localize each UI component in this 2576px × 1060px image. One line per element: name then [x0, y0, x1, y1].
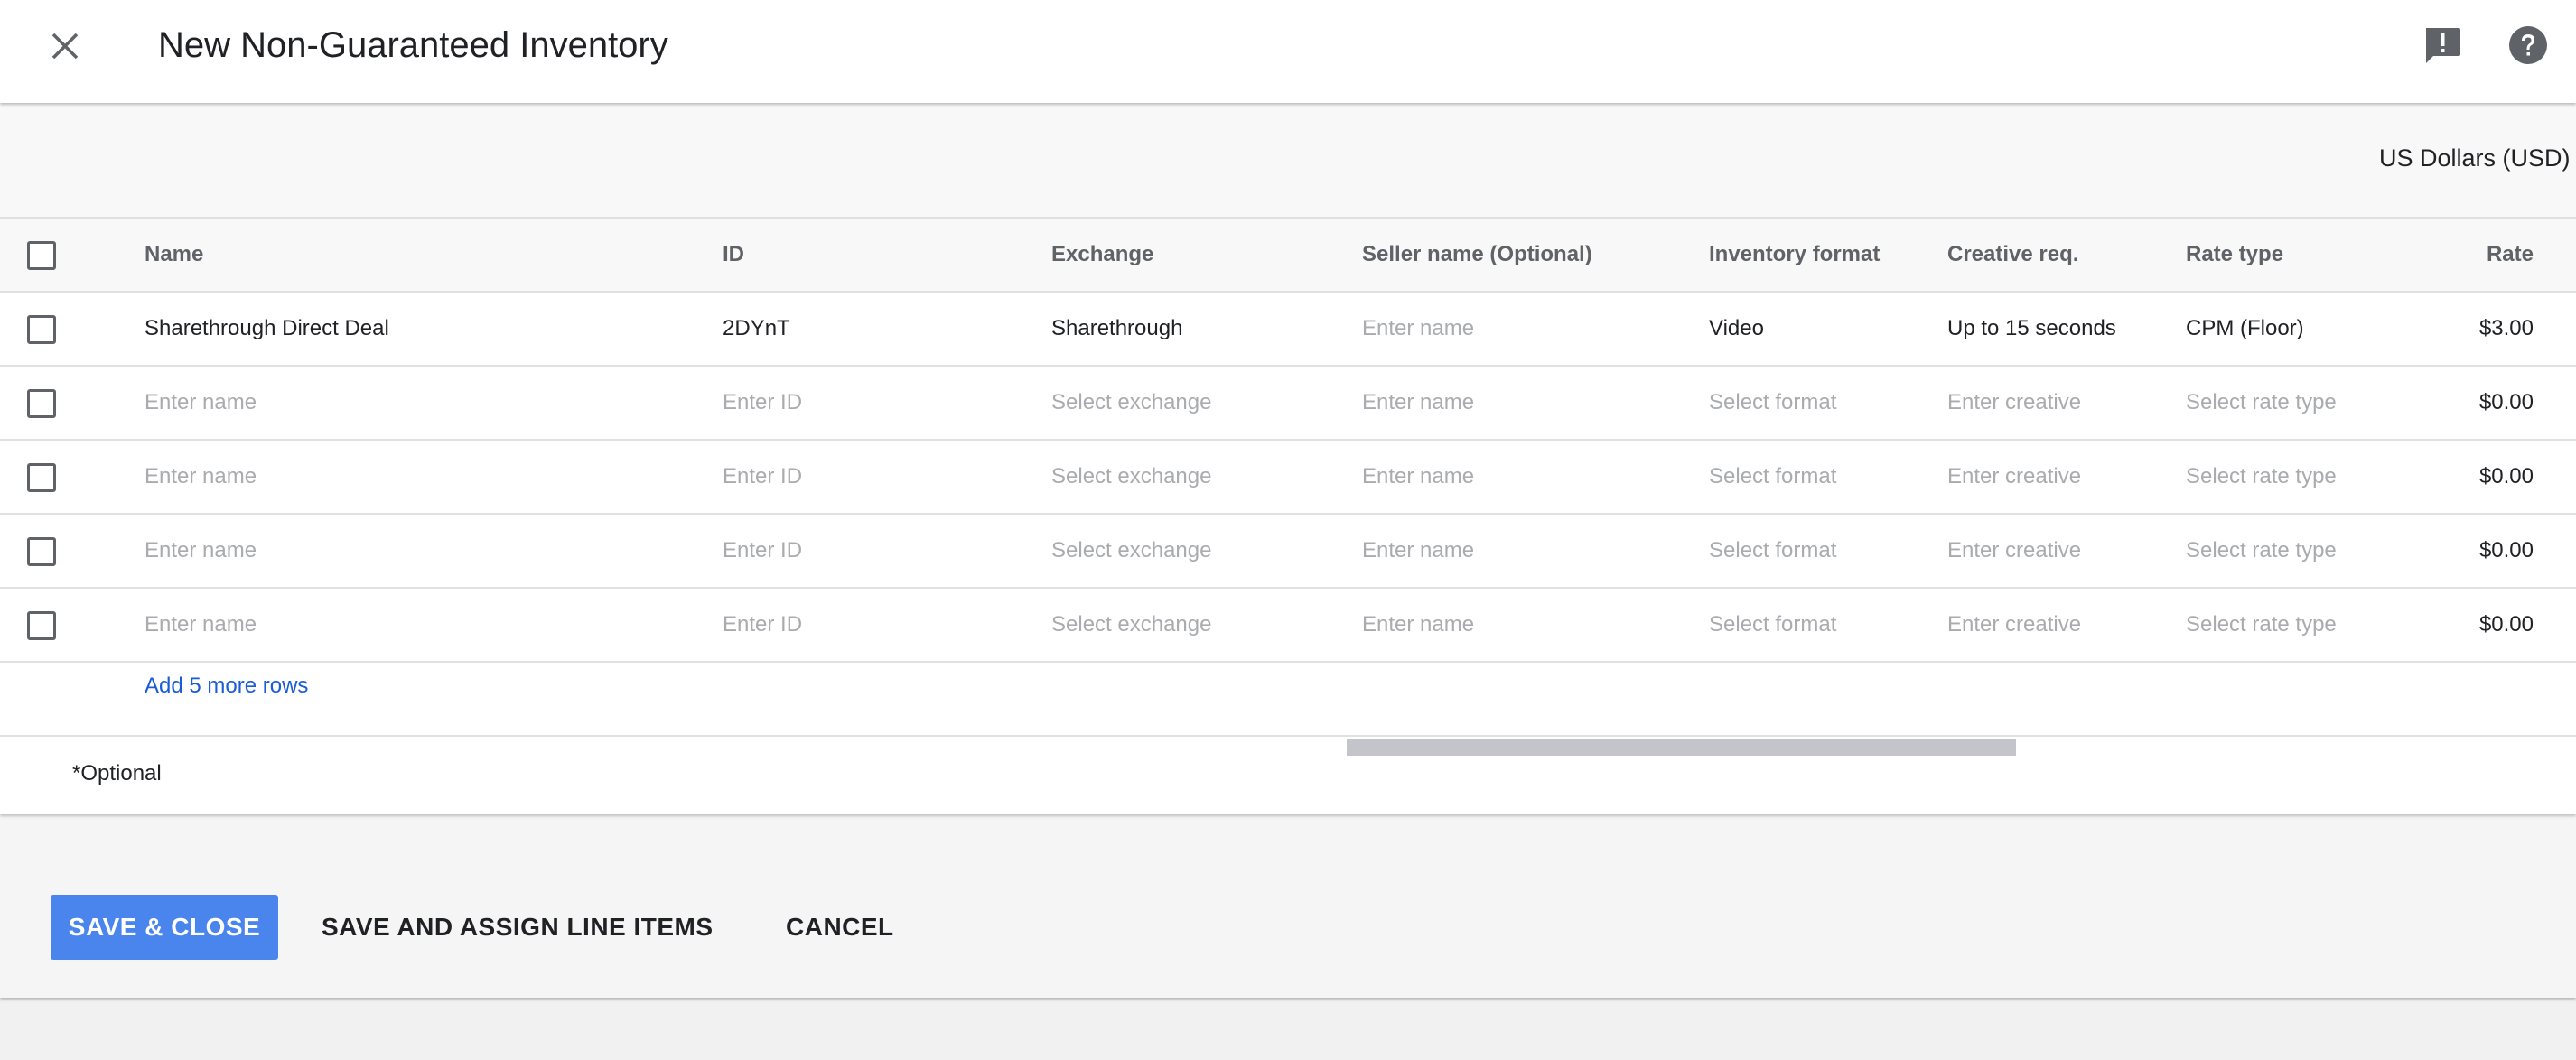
seller-name-cell[interactable]: Enter name	[1362, 367, 1474, 439]
seller-name-cell[interactable]: Enter name	[1362, 589, 1474, 661]
currency-label: US Dollars (USD)	[2379, 144, 2571, 172]
name-cell[interactable]: Enter name	[145, 367, 257, 439]
column-header-seller-name[interactable]: Seller name (Optional)	[1362, 219, 1592, 291]
creative-req-cell[interactable]: Up to 15 seconds	[1947, 293, 2116, 365]
column-header-creative-req[interactable]: Creative req.	[1947, 219, 2078, 291]
rate-type-cell[interactable]: CPM (Floor)	[2186, 293, 2304, 365]
id-cell[interactable]: Enter ID	[723, 367, 802, 439]
seller-name-cell[interactable]: Enter name	[1362, 515, 1474, 587]
id-cell[interactable]: 2DYnT	[723, 293, 790, 365]
table-row: Sharethrough Direct Deal 2DYnT Sharethro…	[0, 293, 2576, 367]
table-row: Enter name Enter ID Select exchange Ente…	[0, 515, 2576, 589]
inventory-card: US Dollars (USD) Name ID Exchange Seller…	[0, 103, 2576, 814]
rate-cell[interactable]: $0.00	[2407, 589, 2534, 661]
column-header-id[interactable]: ID	[723, 219, 744, 291]
horizontal-scrollbar[interactable]	[1347, 739, 2016, 756]
action-footer: SAVE & CLOSE SAVE AND ASSIGN LINE ITEMS …	[0, 814, 2576, 998]
exchange-cell[interactable]: Select exchange	[1051, 367, 1211, 439]
top-bar: New Non-Guaranteed Inventory	[0, 0, 2576, 103]
table-row: Enter name Enter ID Select exchange Ente…	[0, 441, 2576, 515]
column-header-exchange[interactable]: Exchange	[1051, 219, 1153, 291]
rate-cell[interactable]: $0.00	[2407, 441, 2534, 513]
help-button[interactable]	[2506, 23, 2550, 67]
column-header-rate-type[interactable]: Rate type	[2186, 219, 2283, 291]
currency-bar: US Dollars (USD)	[0, 103, 2576, 219]
table-row: Enter name Enter ID Select exchange Ente…	[0, 589, 2576, 663]
exchange-cell[interactable]: Sharethrough	[1051, 293, 1182, 365]
feedback-icon	[2426, 28, 2460, 63]
feedback-button[interactable]	[2421, 23, 2464, 67]
save-close-button[interactable]: SAVE & CLOSE	[51, 895, 278, 960]
row-checkbox[interactable]	[27, 537, 56, 566]
column-header-name[interactable]: Name	[145, 219, 203, 291]
divider	[0, 735, 2576, 737]
row-checkbox[interactable]	[27, 463, 56, 492]
table-row: Enter name Enter ID Select exchange Ente…	[0, 367, 2576, 441]
optional-note: *Optional	[72, 761, 162, 786]
close-button[interactable]	[42, 20, 89, 72]
rate-type-cell[interactable]: Select rate type	[2186, 515, 2337, 587]
save-assign-line-items-button[interactable]: SAVE AND ASSIGN LINE ITEMS	[322, 895, 714, 960]
exchange-cell[interactable]: Select exchange	[1051, 589, 1211, 661]
creative-req-cell[interactable]: Enter creative	[1947, 589, 2081, 661]
name-cell[interactable]: Enter name	[145, 515, 257, 587]
rate-cell[interactable]: $3.00	[2407, 293, 2534, 365]
inventory-format-cell[interactable]: Select format	[1709, 441, 1836, 513]
inventory-format-cell[interactable]: Select format	[1709, 367, 1836, 439]
inventory-format-cell[interactable]: Video	[1709, 293, 1764, 365]
select-all-checkbox[interactable]	[27, 241, 56, 270]
rate-cell[interactable]: $0.00	[2407, 515, 2534, 587]
exchange-cell[interactable]: Select exchange	[1051, 441, 1211, 513]
rate-cell[interactable]: $0.00	[2407, 367, 2534, 439]
currency-select[interactable]: US Dollars (USD)	[2379, 144, 2576, 172]
inventory-format-cell[interactable]: Select format	[1709, 515, 1836, 587]
creative-req-cell[interactable]: Enter creative	[1947, 515, 2081, 587]
column-header-inventory-format[interactable]: Inventory format	[1709, 219, 1880, 291]
rate-type-cell[interactable]: Select rate type	[2186, 367, 2337, 439]
page-title: New Non-Guaranteed Inventory	[158, 25, 668, 65]
name-cell[interactable]: Enter name	[145, 441, 257, 513]
add-more-rows-link[interactable]: Add 5 more rows	[145, 674, 308, 699]
rate-type-cell[interactable]: Select rate type	[2186, 441, 2337, 513]
id-cell[interactable]: Enter ID	[723, 441, 802, 513]
seller-name-cell[interactable]: Enter name	[1362, 293, 1474, 365]
name-cell[interactable]: Enter name	[145, 589, 257, 661]
help-icon	[2509, 26, 2547, 64]
creative-req-cell[interactable]: Enter creative	[1947, 367, 2081, 439]
rate-type-cell[interactable]: Select rate type	[2186, 589, 2337, 661]
table-header-row: Name ID Exchange Seller name (Optional) …	[0, 219, 2576, 293]
name-cell[interactable]: Sharethrough Direct Deal	[145, 293, 389, 365]
id-cell[interactable]: Enter ID	[723, 589, 802, 661]
seller-name-cell[interactable]: Enter name	[1362, 441, 1474, 513]
row-checkbox[interactable]	[27, 315, 56, 344]
row-checkbox[interactable]	[27, 611, 56, 640]
column-header-rate[interactable]: Rate	[2407, 219, 2534, 291]
close-icon	[51, 33, 79, 60]
cancel-button[interactable]: CANCEL	[786, 895, 894, 960]
row-checkbox[interactable]	[27, 389, 56, 418]
creative-req-cell[interactable]: Enter creative	[1947, 441, 2081, 513]
exchange-cell[interactable]: Select exchange	[1051, 515, 1211, 587]
id-cell[interactable]: Enter ID	[723, 515, 802, 587]
inventory-format-cell[interactable]: Select format	[1709, 589, 1836, 661]
